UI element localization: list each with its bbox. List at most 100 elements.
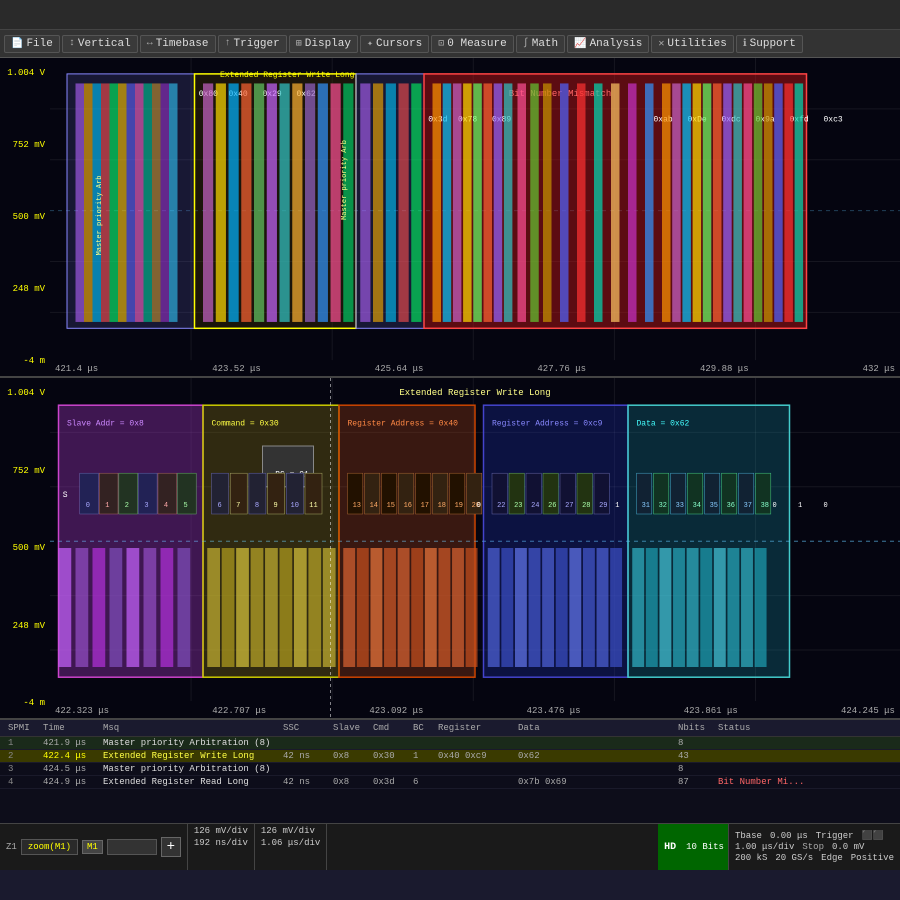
row4-time: 424.9 μs <box>39 777 99 787</box>
svg-text:37: 37 <box>744 502 752 510</box>
table-row[interactable]: 1 421.9 μs Master priority Arbitration (… <box>0 737 900 750</box>
svg-text:22: 22 <box>497 502 505 510</box>
svg-text:4: 4 <box>164 502 168 510</box>
lower-y-axis: 1.004 V 752 mV 500 mV 248 mV -4 m <box>0 378 50 718</box>
y-label-l3: 500 mV <box>2 543 48 553</box>
svg-text:9: 9 <box>274 502 278 510</box>
svg-text:0: 0 <box>86 502 90 510</box>
y-label-l1: 1.004 V <box>2 388 48 398</box>
analysis-icon: 📈 <box>574 38 586 50</box>
menu-cursors[interactable]: ✦ Cursors <box>360 35 429 53</box>
svg-text:1: 1 <box>105 502 109 510</box>
table-row[interactable]: 4 424.9 μs Extended Register Read Long 4… <box>0 776 900 789</box>
row2-cmd: 0x30 <box>369 751 409 761</box>
row1-msg: Master priority Arbitration (8) <box>99 738 279 748</box>
timebase-icon: ↔ <box>147 38 153 49</box>
trigger-label: Trigger <box>816 831 854 841</box>
sample-rate2: 20 GS/s <box>775 853 813 863</box>
svg-text:14: 14 <box>370 502 378 510</box>
row4-status: Bit Number Mi... <box>714 777 896 787</box>
math-icon: ∫ <box>523 38 529 49</box>
table-row[interactable]: 3 424.5 μs Master priority Arbitration (… <box>0 763 900 776</box>
col-status: Status <box>714 722 896 734</box>
row4-num: 4 <box>4 777 39 787</box>
zoom-label: Z1 <box>6 842 17 852</box>
row4-data: 0x7b 0x69 <box>514 777 674 787</box>
trigger-icons: ⬛⬛ <box>862 831 884 841</box>
x-label-u2: 423.52 μs <box>212 364 261 374</box>
y-label-3: 500 mV <box>2 212 48 222</box>
svg-text:0: 0 <box>824 502 828 510</box>
row1-time: 421.9 μs <box>39 738 99 748</box>
row4-msg: Extended Register Read Long <box>99 777 279 787</box>
menu-vertical[interactable]: ↕ Vertical <box>62 35 138 53</box>
ch1-div2: 192 ns/div <box>194 838 248 848</box>
svg-text:13: 13 <box>353 502 361 510</box>
x-label-l5: 423.861 μs <box>684 706 738 716</box>
bits-badge: 10 Bits <box>682 824 728 870</box>
menu-trigger[interactable]: ↑ Trigger <box>218 35 287 53</box>
table-header: SPMI Time Msq SSC Slave Cmd BC Register … <box>0 720 900 737</box>
support-icon: ℹ <box>743 38 747 50</box>
oscilloscope-display: 1.004 V 752 mV 500 mV 248 mV -4 m <box>0 58 900 718</box>
svg-text:10: 10 <box>291 502 299 510</box>
x-label-u5: 429.88 μs <box>700 364 749 374</box>
svg-text:11: 11 <box>309 502 317 510</box>
x-label-u3: 425.64 μs <box>375 364 424 374</box>
col-time: Time <box>39 722 99 734</box>
utilities-icon: ✕ <box>658 38 664 50</box>
svg-text:3: 3 <box>144 502 148 510</box>
ch1-div1: 126 mV/div <box>194 826 248 836</box>
svg-text:6: 6 <box>217 502 221 510</box>
status-bar: Z1 zoom(M1) M1 + 126 mV/div 192 ns/div 1… <box>0 823 900 870</box>
menu-utilities[interactable]: ✕ Utilities <box>651 35 733 53</box>
file-icon: 📄 <box>11 38 23 50</box>
svg-text:18: 18 <box>438 502 446 510</box>
zoom-section: Z1 zoom(M1) M1 + <box>0 824 188 870</box>
vertical-icon: ↕ <box>69 38 75 49</box>
x-label-l3: 423.092 μs <box>369 706 423 716</box>
trigger-edge: Edge <box>821 853 843 863</box>
y-label-l2: 752 mV <box>2 466 48 476</box>
menu-timebase[interactable]: ↔ Timebase <box>140 35 216 53</box>
svg-text:36: 36 <box>727 502 735 510</box>
menu-file[interactable]: 📄 File <box>4 35 60 53</box>
col-slave: Slave <box>329 722 369 734</box>
x-label-l4: 423.476 μs <box>527 706 581 716</box>
add-channel-button[interactable]: + <box>161 837 181 857</box>
menu-measure[interactable]: ⊡ 0 Measure <box>431 35 513 53</box>
svg-text:Extended Register Write Long: Extended Register Write Long <box>220 71 355 80</box>
tbase-section: Tbase 0.00 μs Trigger ⬛⬛ 1.00 μs/div Sto… <box>728 824 900 870</box>
upper-waveform-panel: 1.004 V 752 mV 500 mV 248 mV -4 m <box>0 58 900 378</box>
menu-math[interactable]: ∫ Math <box>516 35 565 53</box>
menu-display[interactable]: ⊞ Display <box>289 35 358 53</box>
svg-text:33: 33 <box>676 502 684 510</box>
svg-text:0xc3: 0xc3 <box>824 116 843 125</box>
row2-data: 0x62 <box>514 751 674 761</box>
x-label-l6: 424.245 μs <box>841 706 895 716</box>
y-label-2: 752 mV <box>2 140 48 150</box>
menu-analysis[interactable]: 📈 Analysis <box>567 35 649 53</box>
col-msg: Msq <box>99 722 279 734</box>
lower-waveform-panel: 1.004 V 752 mV 500 mV 248 mV -4 m Extend… <box>0 378 900 718</box>
display-icon: ⊞ <box>296 38 302 50</box>
col-data: Data <box>514 722 674 734</box>
x-label-u6: 432 μs <box>863 364 895 374</box>
svg-text:0: 0 <box>773 502 777 510</box>
svg-text:29: 29 <box>599 502 607 510</box>
menu-support[interactable]: ℹ Support <box>736 35 803 53</box>
channel-div-section: 126 mV/div 192 ns/div <box>188 824 255 870</box>
row2-msg: Extended Register Write Long <box>99 751 279 761</box>
svg-text:38: 38 <box>761 502 769 510</box>
table-row[interactable]: 2 422.4 μs Extended Register Write Long … <box>0 750 900 763</box>
hd-badge: HD <box>658 824 682 870</box>
top-bar <box>0 0 900 30</box>
row2-nbits: 43 <box>674 751 714 761</box>
y-label-l4: 248 mV <box>2 621 48 631</box>
svg-text:Master priority Arb: Master priority Arb <box>96 176 104 256</box>
svg-text:32: 32 <box>659 502 667 510</box>
ch2-div2: 1.06 μs/div <box>261 838 320 848</box>
svg-text:7: 7 <box>236 502 240 510</box>
svg-text:31: 31 <box>642 502 650 510</box>
upper-x-axis: 421.4 μs 423.52 μs 425.64 μs 427.76 μs 4… <box>50 364 900 374</box>
